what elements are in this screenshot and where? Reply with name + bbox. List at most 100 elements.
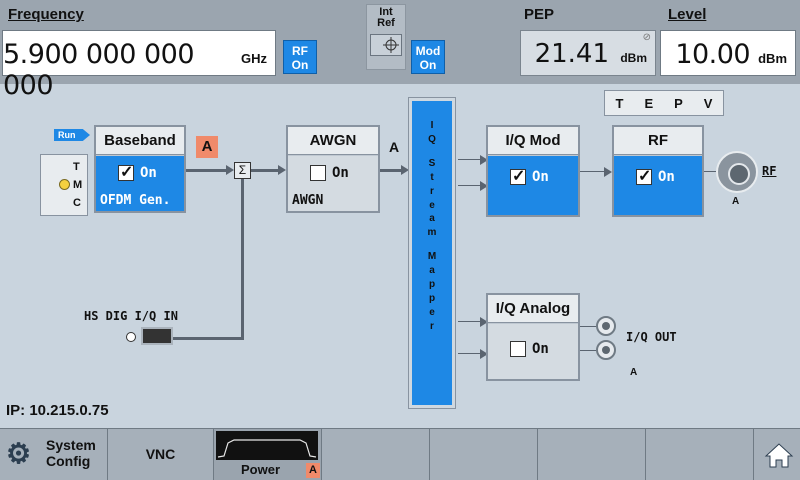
frequency-label[interactable]: Frequency xyxy=(8,6,84,23)
level-label[interactable]: Level xyxy=(668,6,706,23)
rf-block[interactable]: RF On xyxy=(612,125,704,217)
signal-wire xyxy=(458,353,482,354)
awgn-checkbox[interactable] xyxy=(310,165,326,181)
baseband-block[interactable]: Baseband On OFDM Gen. xyxy=(94,125,186,213)
stream-mapper-letter: Q xyxy=(428,133,436,145)
rf-body[interactable]: On xyxy=(614,156,702,215)
rf-toggle-state: On xyxy=(291,58,309,72)
taskbar-slot-empty[interactable] xyxy=(430,429,538,480)
tepv-indicator[interactable]: T E P V xyxy=(604,90,724,116)
power-spectrum-thumbnail xyxy=(216,431,318,460)
taskbar-slot-empty[interactable] xyxy=(538,429,646,480)
awgn-path-label: A xyxy=(389,139,400,155)
system-config-line1: System xyxy=(46,437,96,453)
iq-out-label[interactable]: I/Q OUT xyxy=(626,330,677,344)
hs-dig-iq-in-label[interactable]: HS DIG I/Q IN xyxy=(84,309,178,323)
iq-analog-block[interactable]: I/Q Analog On xyxy=(486,293,580,381)
pep-label: PEP xyxy=(524,6,555,23)
iq-out-path-label: A xyxy=(630,367,638,378)
signal-wire xyxy=(251,169,279,172)
power-button[interactable]: Power A xyxy=(214,429,322,480)
mod-toggle-state: On xyxy=(419,58,437,72)
awgn-sub-label: AWGN xyxy=(292,193,324,208)
iq-out-i-connector-icon[interactable] xyxy=(596,316,616,336)
iq-mod-block[interactable]: I/Q Mod On xyxy=(486,125,580,217)
trigger-marker-clock-block[interactable]: T M C xyxy=(40,154,88,216)
level-field[interactable]: 10.00 dBm xyxy=(660,30,796,76)
ref-label-line2: Ref xyxy=(377,17,395,29)
taskbar-slot-empty[interactable] xyxy=(322,429,430,480)
tmc-clock-label: C xyxy=(73,197,81,209)
rf-title: RF xyxy=(614,127,702,155)
arrow-icon xyxy=(226,165,234,175)
rf-toggle-label: RF xyxy=(292,44,308,58)
system-config-label: System Config xyxy=(46,437,96,469)
pep-display: ⊘ 21.41 dBm xyxy=(520,30,656,76)
mod-toggle-label: Mod xyxy=(415,44,441,58)
taskbar-slot-empty[interactable] xyxy=(646,429,754,480)
tmc-marker-label: M xyxy=(73,179,83,191)
stream-mapper-letter: a xyxy=(429,265,435,277)
frequency-unit: GHz xyxy=(241,51,267,66)
signal-wire xyxy=(704,171,716,172)
baseband-body[interactable]: On OFDM Gen. xyxy=(96,156,184,211)
baseband-checkbox[interactable] xyxy=(118,162,134,182)
arrow-icon xyxy=(604,167,612,177)
reference-icon xyxy=(370,34,402,56)
pep-unit: dBm xyxy=(620,51,647,65)
iq-analog-body[interactable]: On xyxy=(488,324,578,379)
iq-out-q-connector-icon[interactable] xyxy=(596,340,616,360)
hs-dig-connector-icon[interactable] xyxy=(141,327,173,345)
rf-path-label: A xyxy=(732,196,740,207)
awgn-body[interactable]: On AWGN xyxy=(288,156,378,211)
system-config-line2: Config xyxy=(46,453,91,469)
stream-mapper-label: IQStreamMapper xyxy=(412,119,452,334)
vnc-button[interactable]: VNC xyxy=(108,429,214,480)
rf-connector-icon[interactable] xyxy=(716,151,758,193)
path-a-badge: A xyxy=(196,136,218,158)
rf-port-label[interactable]: RF xyxy=(762,164,776,178)
awgn-title: AWGN xyxy=(288,127,378,155)
stream-mapper-letter: r xyxy=(430,320,434,332)
signal-wire xyxy=(173,337,244,340)
rf-checkbox[interactable] xyxy=(636,166,652,186)
system-config-button[interactable]: ⚙ System Config xyxy=(0,429,108,480)
iq-mod-title: I/Q Mod xyxy=(488,127,578,155)
signal-wire xyxy=(241,179,244,340)
awgn-block[interactable]: AWGN On AWGN xyxy=(286,125,380,213)
hs-dig-status-icon xyxy=(126,332,136,342)
power-label: Power xyxy=(241,462,281,477)
stream-mapper-letter: p xyxy=(428,292,436,304)
rf-on-button[interactable]: RF On xyxy=(283,40,317,74)
tepv-p: P xyxy=(674,95,683,111)
mod-on-button[interactable]: Mod On xyxy=(411,40,445,74)
stream-mapper-letter: M xyxy=(427,251,437,263)
stream-mapper-letter: e xyxy=(429,306,435,318)
frequency-field[interactable]: 5.900 000 000 000 GHz xyxy=(2,30,276,101)
rf-state: On xyxy=(658,169,675,185)
iq-stream-mapper[interactable]: IQStreamMapper xyxy=(408,97,456,409)
tmc-trigger-label: T xyxy=(73,161,80,173)
vnc-label: VNC xyxy=(145,446,176,462)
signal-wire xyxy=(458,185,482,186)
iq-mod-checkbox[interactable] xyxy=(510,166,526,186)
stream-mapper-letter: a xyxy=(429,213,435,225)
home-icon[interactable] xyxy=(764,434,794,474)
stream-mapper-letter: p xyxy=(428,279,436,291)
stream-mapper-letter: e xyxy=(429,199,435,211)
tepv-t: T xyxy=(615,95,624,111)
pep-value: 21.41 xyxy=(534,39,609,69)
signal-wire xyxy=(186,169,230,172)
iq-analog-title: I/Q Analog xyxy=(488,295,578,323)
iq-mod-body[interactable]: On xyxy=(488,156,578,215)
arrow-icon xyxy=(278,165,286,175)
stream-mapper-letter: t xyxy=(430,171,434,183)
level-value: 10.00 xyxy=(675,39,751,70)
stream-mapper-letter: I xyxy=(430,120,434,131)
stream-mapper-letter: r xyxy=(430,185,434,197)
stream-mapper-letter: m xyxy=(427,227,437,239)
reference-indicator[interactable]: Int Ref xyxy=(366,4,406,70)
iq-analog-checkbox[interactable] xyxy=(510,341,526,357)
power-path-badge: A xyxy=(306,463,320,478)
awgn-state: On xyxy=(332,165,349,181)
